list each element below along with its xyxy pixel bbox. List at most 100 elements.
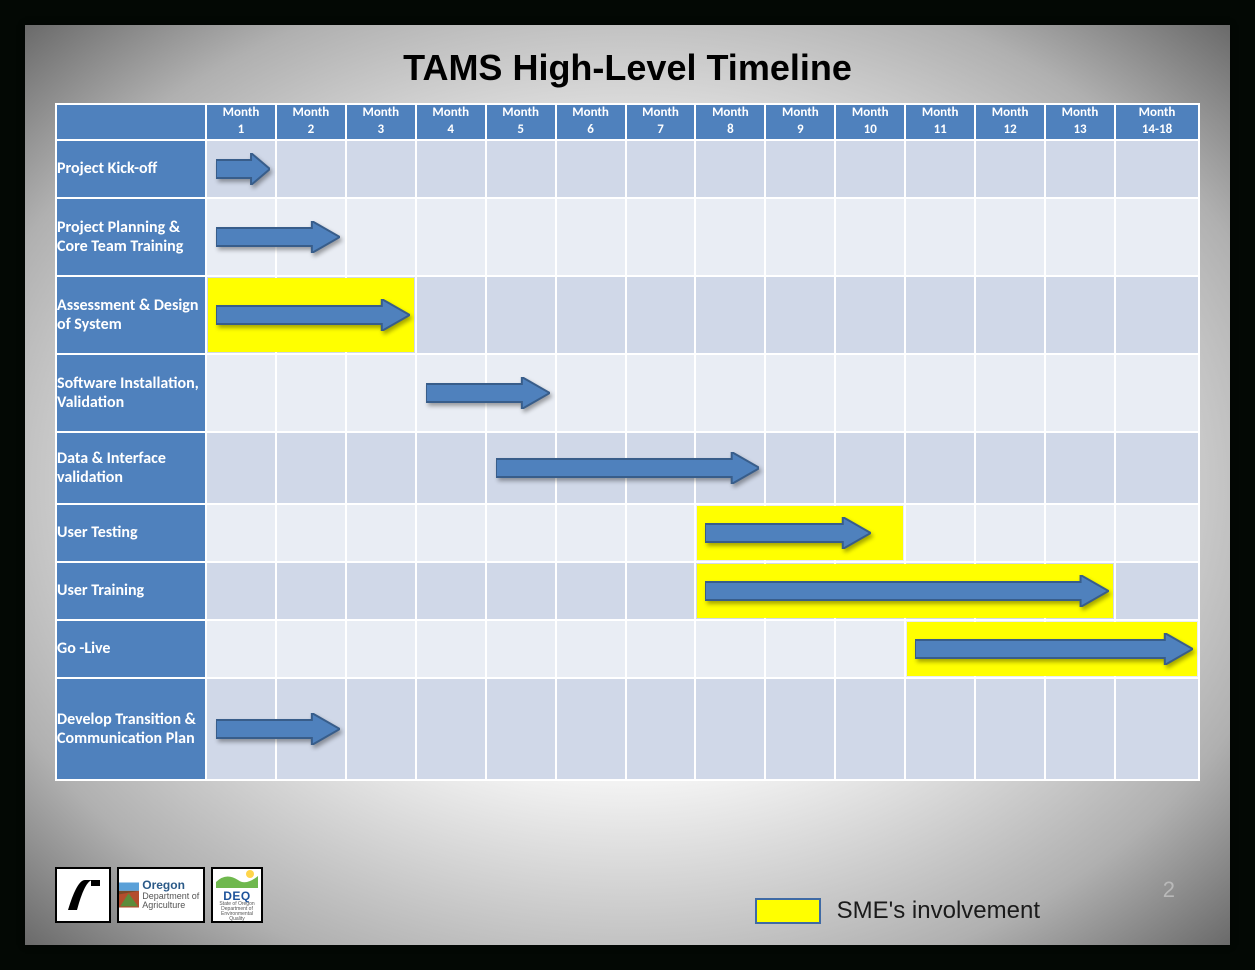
timeline-cell (1045, 620, 1115, 678)
col-header-month-7: Month7 (626, 104, 696, 140)
timeline-cell (1115, 504, 1199, 562)
legend-swatch (755, 898, 821, 924)
timeline-cell (765, 432, 835, 504)
timeline-cell (1115, 678, 1199, 780)
col-header-month-12: Month12 (975, 104, 1045, 140)
timeline-cell (346, 276, 416, 354)
timeline-cell (1115, 198, 1199, 276)
timeline-cell (626, 276, 696, 354)
timeline-cell (486, 140, 556, 198)
timeline-cell (486, 276, 556, 354)
deq-logo: DEQ State of Oregon Department of Enviro… (211, 867, 263, 923)
timeline-cell (486, 504, 556, 562)
deq-logo-sub: State of Oregon Department of Environmen… (213, 902, 261, 922)
timeline-cell (835, 354, 905, 432)
timeline-cell (1045, 276, 1115, 354)
table-row: Assessment & Design of System (56, 276, 1199, 354)
timeline-cell (905, 504, 975, 562)
timeline-cell (695, 504, 765, 562)
col-header-month-3: Month3 (346, 104, 416, 140)
table-row: Data & Interface validation (56, 432, 1199, 504)
timeline-cell (975, 432, 1045, 504)
timeline-chart: Month1Month2Month3Month4Month5Month6Mont… (55, 103, 1200, 769)
col-header-month-6: Month6 (556, 104, 626, 140)
col-header-month-9: Month9 (765, 104, 835, 140)
timeline-cell (416, 140, 486, 198)
table-row: Project Kick-off (56, 140, 1199, 198)
oda-logo: Oregon Department of Agriculture (117, 867, 205, 923)
timeline-cell (556, 198, 626, 276)
col-header-month-13: Month13 (1045, 104, 1115, 140)
timeline-cell (276, 140, 346, 198)
task-label: Data & Interface validation (56, 432, 206, 504)
timeline-cell (486, 678, 556, 780)
table-row: Develop Transition & Communication Plan (56, 678, 1199, 780)
col-header-month-1: Month1 (206, 104, 276, 140)
timeline-cell (905, 432, 975, 504)
timeline-cell (1045, 354, 1115, 432)
timeline-cell (835, 678, 905, 780)
timeline-cell (626, 198, 696, 276)
timeline-cell (975, 354, 1045, 432)
timeline-cell (1045, 504, 1115, 562)
timeline-cell (905, 276, 975, 354)
timeline-cell (626, 504, 696, 562)
timeline-cell (486, 198, 556, 276)
timeline-cell (835, 198, 905, 276)
timeline-cell (626, 678, 696, 780)
timeline-cell (206, 140, 276, 198)
timeline-cell (695, 198, 765, 276)
timeline-table: Month1Month2Month3Month4Month5Month6Mont… (55, 103, 1200, 781)
page-title: TAMS High-Level Timeline (55, 47, 1200, 89)
col-header-month-4: Month4 (416, 104, 486, 140)
timeline-cell (1115, 140, 1199, 198)
timeline-cell (626, 562, 696, 620)
timeline-cell (556, 432, 626, 504)
timeline-cell (695, 562, 765, 620)
timeline-cell (765, 562, 835, 620)
timeline-cell (835, 140, 905, 198)
timeline-cell (1045, 678, 1115, 780)
timeline-cell (346, 620, 416, 678)
timeline-cell (486, 620, 556, 678)
timeline-cell (765, 354, 835, 432)
timeline-cell (765, 504, 835, 562)
timeline-cell (556, 276, 626, 354)
timeline-cell (276, 504, 346, 562)
timeline-cell (346, 562, 416, 620)
timeline-cell (276, 562, 346, 620)
timeline-cell (346, 432, 416, 504)
timeline-cell (346, 198, 416, 276)
footer-logos: Oregon Department of Agriculture DEQ Sta… (55, 867, 263, 923)
timeline-cell (416, 432, 486, 504)
timeline-cell (765, 198, 835, 276)
col-header-month-5: Month5 (486, 104, 556, 140)
timeline-cell (1115, 354, 1199, 432)
timeline-cell (975, 276, 1045, 354)
timeline-cell (206, 276, 276, 354)
col-header-month-2: Month2 (276, 104, 346, 140)
col-header-month-10: Month10 (835, 104, 905, 140)
timeline-cell (695, 140, 765, 198)
timeline-cell (695, 432, 765, 504)
timeline-cell (975, 140, 1045, 198)
timeline-cell (975, 504, 1045, 562)
timeline-cell (206, 620, 276, 678)
timeline-cell (416, 620, 486, 678)
timeline-cell (276, 432, 346, 504)
timeline-cell (905, 562, 975, 620)
timeline-cell (416, 678, 486, 780)
timeline-cell (835, 432, 905, 504)
task-label: Go -Live (56, 620, 206, 678)
timeline-cell (1045, 198, 1115, 276)
timeline-cell (556, 504, 626, 562)
col-header-month-11: Month11 (905, 104, 975, 140)
timeline-cell (486, 354, 556, 432)
timeline-cell (1115, 276, 1199, 354)
timeline-cell (1115, 432, 1199, 504)
timeline-cell (765, 276, 835, 354)
timeline-cell (905, 140, 975, 198)
page-number: 2 (1163, 877, 1175, 903)
timeline-cell (486, 562, 556, 620)
timeline-cell (276, 678, 346, 780)
